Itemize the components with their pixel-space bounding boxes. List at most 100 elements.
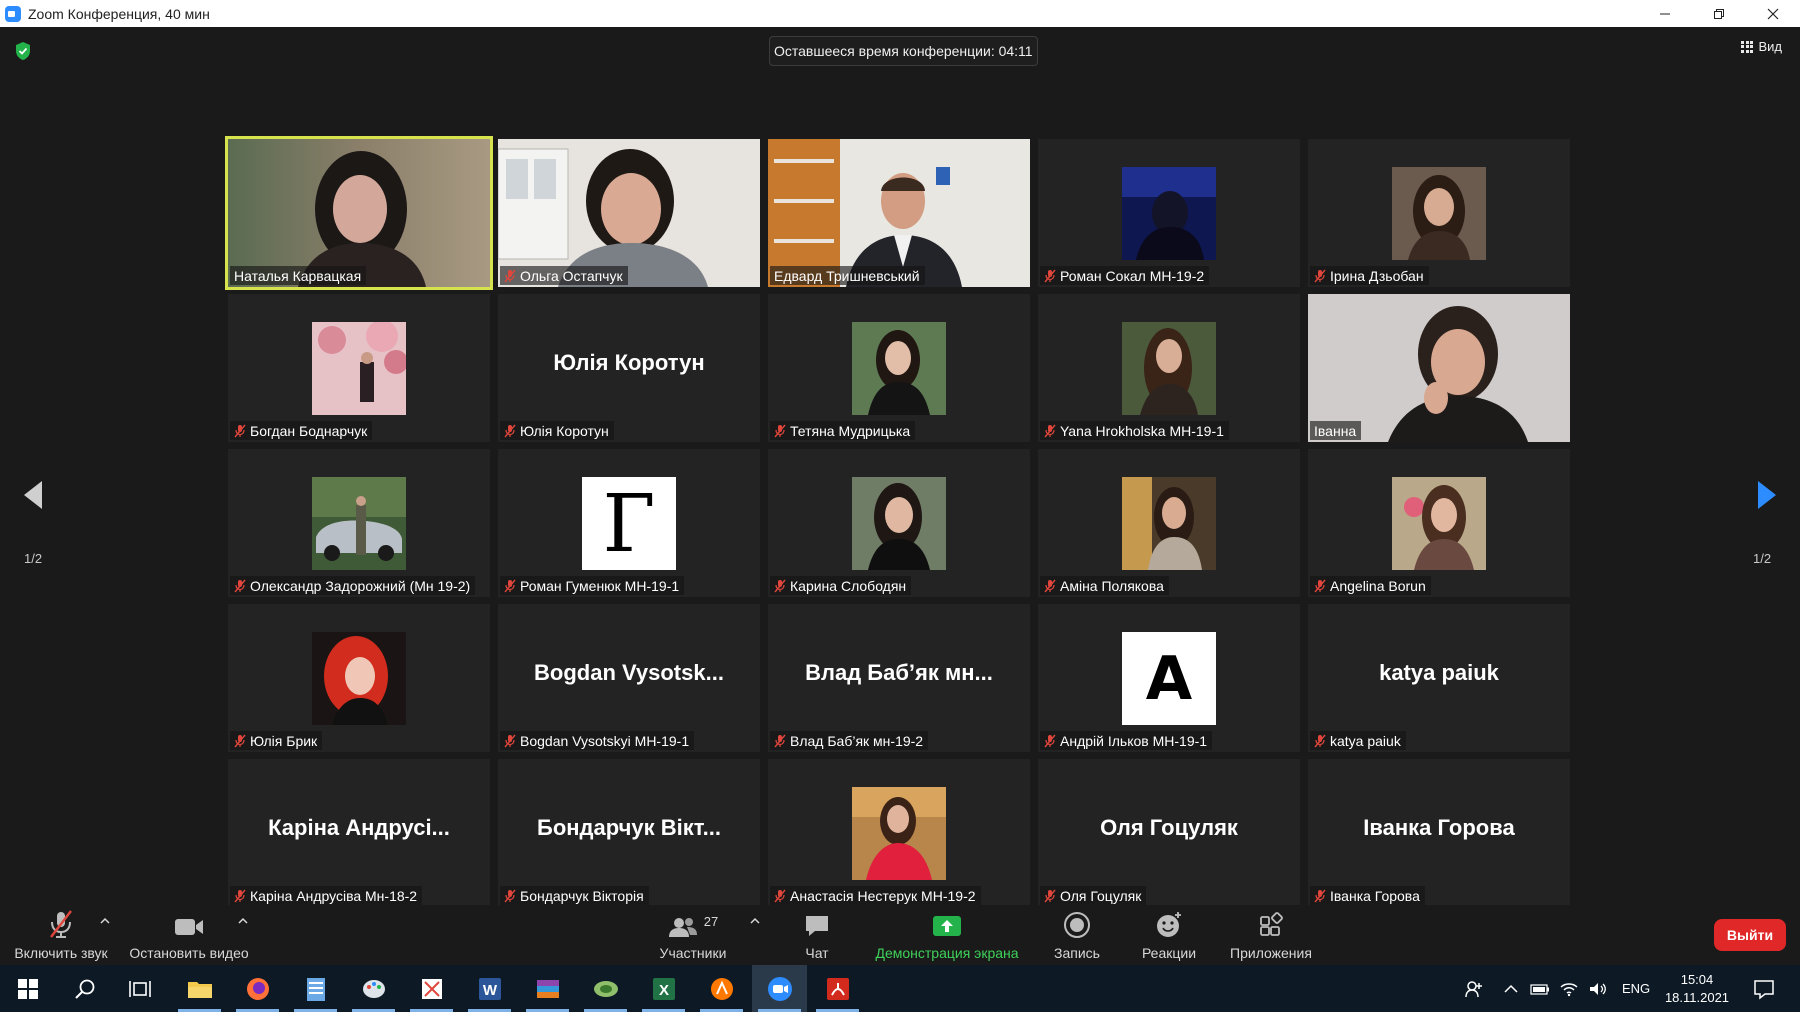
video-tile[interactable]: Влад Баб’як мн... Влад Баб’як мн-19-2 xyxy=(768,604,1030,752)
clock-date: 18.11.2021 xyxy=(1664,990,1730,1005)
video-tile[interactable]: Роман Сокал МН-19-2 xyxy=(1038,139,1300,287)
video-tile[interactable]: katya paiuk katya paiuk xyxy=(1308,604,1570,752)
taskbar-avast[interactable] xyxy=(694,965,749,1012)
video-tile[interactable]: A Андрій Ільков МН-19-1 xyxy=(1038,604,1300,752)
stop-video-button[interactable]: Остановить видео xyxy=(128,905,250,965)
reactions-button[interactable]: Реакции xyxy=(1136,905,1202,965)
video-tile[interactable]: Юлія Брик xyxy=(228,604,490,752)
share-screen-button[interactable]: Демонстрация экрана xyxy=(870,905,1024,965)
apps-icon xyxy=(1260,912,1283,936)
video-tile[interactable]: Іванна xyxy=(1308,294,1570,442)
leave-meeting-button[interactable]: Выйти xyxy=(1714,919,1786,951)
share-screen-icon xyxy=(933,916,961,936)
record-label: Запись xyxy=(1054,945,1100,961)
word-icon: W xyxy=(478,977,501,1000)
close-icon xyxy=(1767,8,1779,19)
video-options-caret-icon[interactable] xyxy=(238,917,248,925)
video-tile[interactable]: Іванка Горова Іванка Горова xyxy=(1308,759,1570,907)
previous-page-arrow-icon[interactable] xyxy=(22,479,44,511)
video-tile[interactable]: Наталья Карвацкая xyxy=(225,136,493,290)
taskbar-acrobat[interactable] xyxy=(810,965,865,1012)
taskbar-word[interactable]: W xyxy=(462,965,517,1012)
video-tile[interactable]: Bogdan Vysotsk... Bogdan Vysotskyi МН-19… xyxy=(498,604,760,752)
muted-mic-icon xyxy=(1044,269,1056,282)
minimize-button[interactable] xyxy=(1638,0,1692,27)
encryption-shield-icon[interactable] xyxy=(14,41,32,61)
record-button[interactable]: Запись xyxy=(1050,905,1104,965)
battery-icon[interactable] xyxy=(1530,983,1550,995)
zoom-icon xyxy=(767,976,792,1001)
video-tile[interactable]: Ольга Остапчук xyxy=(498,139,760,287)
taskbar-paint[interactable] xyxy=(346,965,401,1012)
taskbar-file-explorer[interactable] xyxy=(172,965,227,1012)
close-button[interactable] xyxy=(1746,0,1800,27)
participant-name-label: Ольга Остапчук xyxy=(500,266,628,285)
muted-mic-icon xyxy=(1314,579,1326,592)
show-hidden-icons-chevron-icon[interactable] xyxy=(1504,984,1518,994)
video-tile[interactable]: Angelina Borun xyxy=(1308,449,1570,597)
next-page-arrow-icon[interactable] xyxy=(1756,479,1778,511)
muted-mic-icon xyxy=(234,424,246,437)
video-tile[interactable]: Тетяна Мудрицька xyxy=(768,294,1030,442)
participant-name-label: Роман Гуменюк МН-19-1 xyxy=(500,576,685,595)
participant-name-label: Андрій Ільков МН-19-1 xyxy=(1040,731,1213,750)
video-tile[interactable]: Богдан Боднарчук xyxy=(228,294,490,442)
chat-button[interactable]: Чат xyxy=(792,905,842,965)
profile-picture xyxy=(852,322,946,415)
input-language-indicator[interactable]: ENG xyxy=(1622,981,1650,996)
clock-time: 15:04 xyxy=(1680,972,1714,987)
muted-mic-icon xyxy=(774,424,786,437)
unmute-button[interactable]: Включить звук xyxy=(12,905,110,965)
view-button[interactable]: Вид xyxy=(1741,39,1782,54)
participant-name-label: Каріна Андрусіва Мн-18-2 xyxy=(230,886,423,905)
taskbar-zoom[interactable] xyxy=(752,965,807,1012)
participant-video xyxy=(498,139,760,287)
video-tile[interactable]: Анастасія Нестерук МН-19-2 xyxy=(768,759,1030,907)
start-button[interactable] xyxy=(0,965,55,1012)
paint-palette-icon xyxy=(362,979,385,998)
video-tile[interactable]: Каріна Андрусі... Каріна Андрусіва Мн-18… xyxy=(228,759,490,907)
zoom-app-icon xyxy=(5,5,21,22)
chat-label: Чат xyxy=(805,945,829,961)
video-tile[interactable]: Карина Слободян xyxy=(768,449,1030,597)
snipping-tool-icon xyxy=(421,978,442,999)
search-button[interactable] xyxy=(57,965,112,1012)
taskbar-clock[interactable]: 15:04 18.11.2021 xyxy=(1660,971,1734,1007)
taskbar-firefox[interactable] xyxy=(230,965,285,1012)
audio-options-caret-icon[interactable] xyxy=(100,917,110,925)
taskbar-app[interactable] xyxy=(578,965,633,1012)
video-tile[interactable]: Едвард Тришневський xyxy=(768,139,1030,287)
video-tile[interactable]: Г Роман Гуменюк МН-19-1 xyxy=(498,449,760,597)
participants-button[interactable]: 27 Участники xyxy=(656,905,730,965)
apps-button[interactable]: Приложения xyxy=(1226,905,1316,965)
participant-display-name: Іванка Горова xyxy=(1363,815,1515,840)
taskbar-excel[interactable]: X xyxy=(636,965,691,1012)
participants-options-caret-icon[interactable] xyxy=(750,917,760,925)
avast-icon xyxy=(710,977,733,1000)
taskbar-notepad[interactable] xyxy=(288,965,343,1012)
taskbar-winrar[interactable] xyxy=(520,965,575,1012)
video-tile[interactable]: Ірина Дзьобан xyxy=(1308,139,1570,287)
video-tile[interactable]: Аміна Полякова xyxy=(1038,449,1300,597)
system-tray: ENG xyxy=(1464,965,1650,1012)
title-bar: Zoom Конференция, 40 мин xyxy=(0,0,1800,27)
video-tile[interactable]: Оля Гоцуляк Оля Гоцуляк xyxy=(1038,759,1300,907)
video-tile[interactable]: Юлія Коротун Юлія Коротун xyxy=(498,294,760,442)
zoom-window: Zoom Конференция, 40 мин Оставшееся врем… xyxy=(0,0,1800,1012)
video-tile[interactable]: Бондарчук Вікт... Бондарчук Вікторія xyxy=(498,759,760,907)
stop-video-label: Остановить видео xyxy=(129,945,249,961)
muted-mic-icon xyxy=(504,889,516,902)
volume-icon[interactable] xyxy=(1588,981,1608,997)
wifi-icon[interactable] xyxy=(1560,981,1578,997)
svg-text:W: W xyxy=(482,982,497,999)
taskbar-snipping-tool[interactable] xyxy=(404,965,459,1012)
task-view-icon xyxy=(128,980,151,997)
video-tile[interactable]: Олександр Задорожний (Мн 19-2) xyxy=(228,449,490,597)
video-camera-icon xyxy=(175,919,203,935)
restore-button[interactable] xyxy=(1692,0,1746,27)
muted-mic-icon xyxy=(504,424,516,437)
task-view-button[interactable] xyxy=(112,965,167,1012)
notifications-icon[interactable] xyxy=(1753,978,1775,1000)
video-tile[interactable]: Yana Hrokholska МН-19-1 xyxy=(1038,294,1300,442)
people-icon[interactable] xyxy=(1464,979,1484,999)
